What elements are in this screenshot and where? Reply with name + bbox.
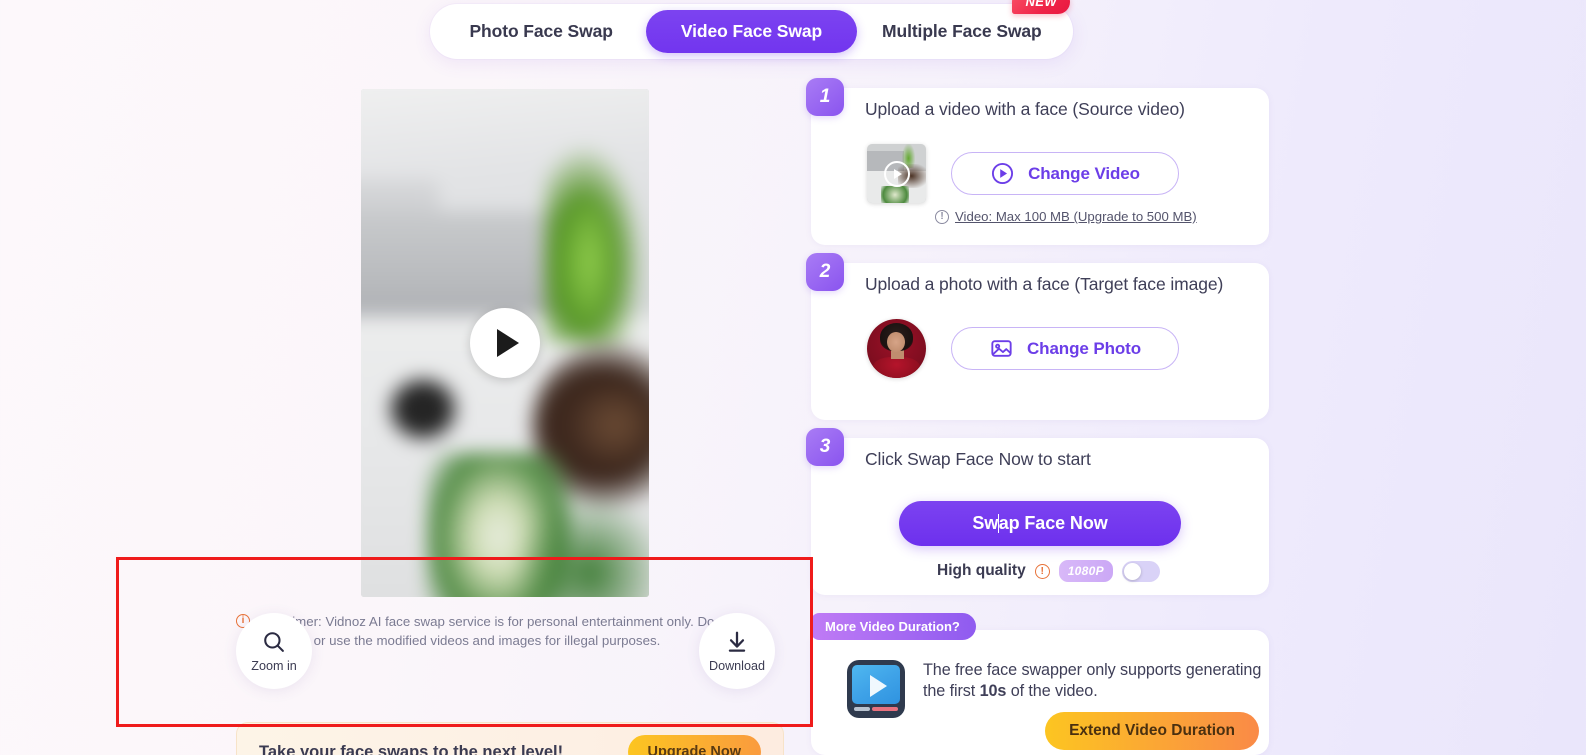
step-1-content: Change Video	[867, 144, 1179, 203]
play-circle-icon	[992, 162, 1014, 185]
promo-text: The free face swapper only supports gene…	[923, 660, 1269, 702]
zoom-in-button[interactable]: Zoom in	[236, 613, 312, 689]
video-preview[interactable]	[361, 89, 649, 597]
image-icon	[991, 340, 1012, 357]
more-video-duration-tag: More Video Duration?	[811, 613, 976, 640]
change-video-label: Change Video	[1028, 163, 1140, 183]
info-circle-icon[interactable]: !	[1034, 563, 1050, 579]
thumbnail-play-icon	[883, 160, 910, 187]
tab-multiple-face-swap[interactable]: Multiple Face Swap	[857, 10, 1067, 53]
toggle-knob	[1123, 562, 1141, 580]
change-video-button[interactable]: Change Video	[951, 152, 1179, 195]
change-photo-label: Change Photo	[1026, 338, 1141, 358]
promo-text-part2: of the video.	[1006, 682, 1098, 700]
step-2-number: 2	[806, 253, 844, 291]
promo-card: The free face swapper only supports gene…	[811, 630, 1269, 755]
video-size-hint-link[interactable]: Video: Max 100 MB (Upgrade to 500 MB)	[955, 209, 1197, 224]
swap-label-part2: ap Face Now	[998, 513, 1108, 533]
video-size-hint: ! Video: Max 100 MB (Upgrade to 500 MB)	[935, 209, 1197, 224]
step-2-title: Upload a photo with a face (Target face …	[865, 274, 1224, 294]
step-3-card: 3 Click Swap Face Now to start Sw ap Face…	[806, 428, 1269, 595]
step-1-title: Upload a video with a face (Source video…	[865, 99, 1185, 119]
info-circle-icon: !	[935, 209, 949, 224]
new-badge: NEW	[1012, 0, 1070, 14]
high-quality-row: High quality ! 1080P	[937, 560, 1160, 582]
tab-video-face-swap[interactable]: Video Face Swap	[646, 10, 857, 53]
upgrade-now-button[interactable]: Upgrade Now	[627, 735, 761, 755]
promo-content: The free face swapper only supports gene…	[847, 660, 1269, 718]
change-photo-button[interactable]: Change Photo	[951, 327, 1179, 370]
play-icon[interactable]	[470, 308, 540, 378]
step-2-card: 2 Upload a photo with a face (Target fac…	[806, 253, 1269, 420]
high-quality-toggle[interactable]	[1121, 560, 1160, 582]
swap-face-now-button[interactable]: Sw ap Face Now	[899, 501, 1181, 546]
video-clip-icon	[847, 660, 905, 718]
swap-label-part1: Sw	[972, 513, 999, 533]
step-2-content: Change Photo	[867, 319, 1179, 378]
quality-badge: 1080P	[1058, 560, 1113, 582]
upgrade-banner-text: Take your face swaps to the next level!	[259, 742, 564, 755]
step-3-title: Click Swap Face Now to start	[865, 449, 1091, 469]
step-3-number: 3	[806, 428, 844, 466]
promo-text-bold: 10s	[979, 682, 1007, 700]
download-arrow-icon	[728, 631, 746, 652]
step-1-number: 1	[806, 78, 844, 116]
source-video-thumbnail[interactable]	[867, 144, 926, 203]
high-quality-label: High quality	[937, 562, 1026, 579]
tab-bar: Photo Face Swap Video Face Swap Multiple…	[430, 0, 1073, 59]
zoom-in-label: Zoom in	[251, 659, 297, 673]
magnifier-icon	[264, 632, 284, 652]
target-face-thumbnail[interactable]	[867, 319, 926, 378]
extend-video-duration-button[interactable]: Extend Video Duration	[1045, 712, 1259, 750]
upgrade-banner: Take your face swaps to the next level! …	[236, 722, 784, 755]
tab-photo-face-swap[interactable]: Photo Face Swap	[436, 10, 646, 53]
download-button[interactable]: Download	[699, 613, 775, 689]
tab-bar-container: Photo Face Swap Video Face Swap Multiple…	[430, 0, 1073, 59]
download-label: Download	[708, 659, 765, 673]
